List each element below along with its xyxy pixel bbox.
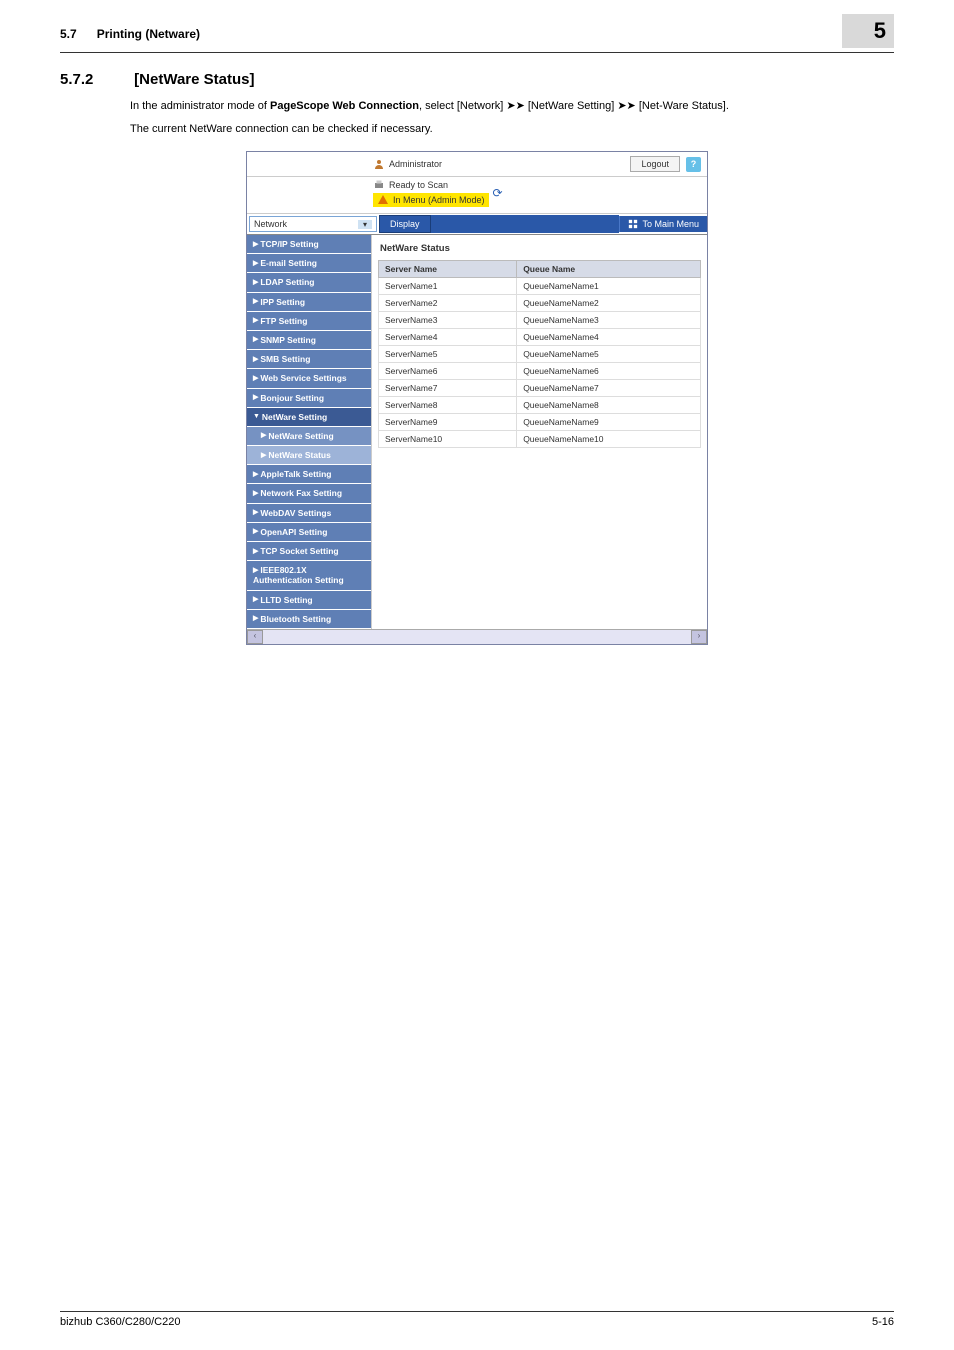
col-server-name: Server Name [379, 261, 517, 278]
sidebar-group-netware[interactable]: NetWare Setting [247, 408, 371, 427]
category-select-value: Network [254, 219, 287, 229]
footer-page-number: 5-16 [872, 1316, 894, 1328]
status-area: Ready to Scan In Menu (Admin Mode) ⟳ [247, 177, 707, 214]
sidebar-sub-netware-setting[interactable]: NetWare Setting [247, 427, 371, 446]
subsection-title: [NetWare Status] [134, 71, 254, 88]
sidebar-item-bluetooth[interactable]: Bluetooth Setting [247, 610, 371, 629]
paragraph-1: In the administrator mode of PageScope W… [130, 98, 894, 115]
sidebar-item-appletalk[interactable]: AppleTalk Setting [247, 465, 371, 484]
category-select[interactable]: Network ▾ [249, 216, 377, 232]
refresh-icon[interactable]: ⟳ [493, 186, 503, 200]
table-row: ServerName2QueueNameName2 [379, 295, 701, 312]
sidebar-item-networkfax[interactable]: Network Fax Setting [247, 484, 371, 503]
display-button[interactable]: Display [379, 215, 431, 233]
sidebar-item-webservice[interactable]: Web Service Settings [247, 369, 371, 388]
sidebar-item-ipp[interactable]: IPP Setting [247, 293, 371, 312]
printer-icon [373, 179, 385, 191]
sidebar-item-ldap[interactable]: LDAP Setting [247, 273, 371, 292]
sidebar-item-smb[interactable]: SMB Setting [247, 350, 371, 369]
subsection-number: 5.7.2 [60, 71, 130, 88]
dropdown-arrow-icon: ▾ [358, 220, 372, 229]
sidebar-item-openapi[interactable]: OpenAPI Setting [247, 523, 371, 542]
sidebar-sub-netware-status[interactable]: NetWare Status [247, 446, 371, 465]
section-title: Printing (Netware) [97, 27, 842, 41]
table-row: ServerName7QueueNameName7 [379, 380, 701, 397]
sidebar-item-lltd[interactable]: LLTD Setting [247, 591, 371, 610]
main-content: NetWare Status Server Name Queue Name Se… [372, 235, 707, 452]
status-menu-mode: In Menu (Admin Mode) [393, 195, 485, 205]
app-titlebar: Administrator Logout ? [247, 152, 707, 177]
user-icon [373, 158, 385, 170]
subsection-heading: 5.7.2 [NetWare Status] [60, 71, 894, 88]
sidebar-item-snmp[interactable]: SNMP Setting [247, 331, 371, 350]
page-header: 5.7 Printing (Netware) 5 [60, 20, 894, 53]
help-button[interactable]: ? [686, 157, 701, 172]
sidebar-item-ieee8021x[interactable]: IEEE802.1X Authentication Setting [247, 561, 371, 590]
admin-label: Administrator [389, 159, 442, 169]
grid-icon [628, 219, 638, 229]
to-main-menu-button[interactable]: To Main Menu [619, 216, 707, 232]
table-row: ServerName1QueueNameName1 [379, 278, 701, 295]
chapter-number: 5 [842, 14, 894, 48]
scroll-left-button[interactable]: ‹ [247, 630, 263, 644]
scroll-right-button[interactable]: › [691, 630, 707, 644]
section-number: 5.7 [60, 27, 77, 41]
table-row: ServerName5QueueNameName5 [379, 346, 701, 363]
page-footer: bizhub C360/C280/C220 5-16 [60, 1311, 894, 1328]
netware-status-table: Server Name Queue Name ServerName1QueueN… [378, 260, 701, 448]
table-row: ServerName4QueueNameName4 [379, 329, 701, 346]
table-row: ServerName6QueueNameName6 [379, 363, 701, 380]
sidebar-item-bonjour[interactable]: Bonjour Setting [247, 389, 371, 408]
status-ready: Ready to Scan [389, 180, 448, 190]
sidebar-item-tcpip[interactable]: TCP/IP Setting [247, 235, 371, 254]
logout-button[interactable]: Logout [630, 156, 680, 172]
table-row: ServerName3QueueNameName3 [379, 312, 701, 329]
app-screenshot: Administrator Logout ? Ready to Scan In … [246, 151, 708, 645]
col-queue-name: Queue Name [517, 261, 701, 278]
main-title: NetWare Status [378, 239, 701, 260]
sidebar-item-webdav[interactable]: WebDAV Settings [247, 504, 371, 523]
sidebar-item-tcpsocket[interactable]: TCP Socket Setting [247, 542, 371, 561]
sidebar-item-ftp[interactable]: FTP Setting [247, 312, 371, 331]
table-row: ServerName10QueueNameName10 [379, 431, 701, 448]
horizontal-scrollbar[interactable]: ‹ › [247, 629, 707, 644]
footer-product: bizhub C360/C280/C220 [60, 1316, 180, 1328]
sidebar: TCP/IP Setting E-mail Setting LDAP Setti… [247, 235, 372, 629]
sidebar-item-email[interactable]: E-mail Setting [247, 254, 371, 273]
table-row: ServerName9QueueNameName9 [379, 414, 701, 431]
nav-bar: Network ▾ Display To Main Menu [247, 214, 707, 235]
paragraph-2: The current NetWare connection can be ch… [130, 121, 894, 138]
warning-icon [377, 194, 389, 206]
table-row: ServerName8QueueNameName8 [379, 397, 701, 414]
